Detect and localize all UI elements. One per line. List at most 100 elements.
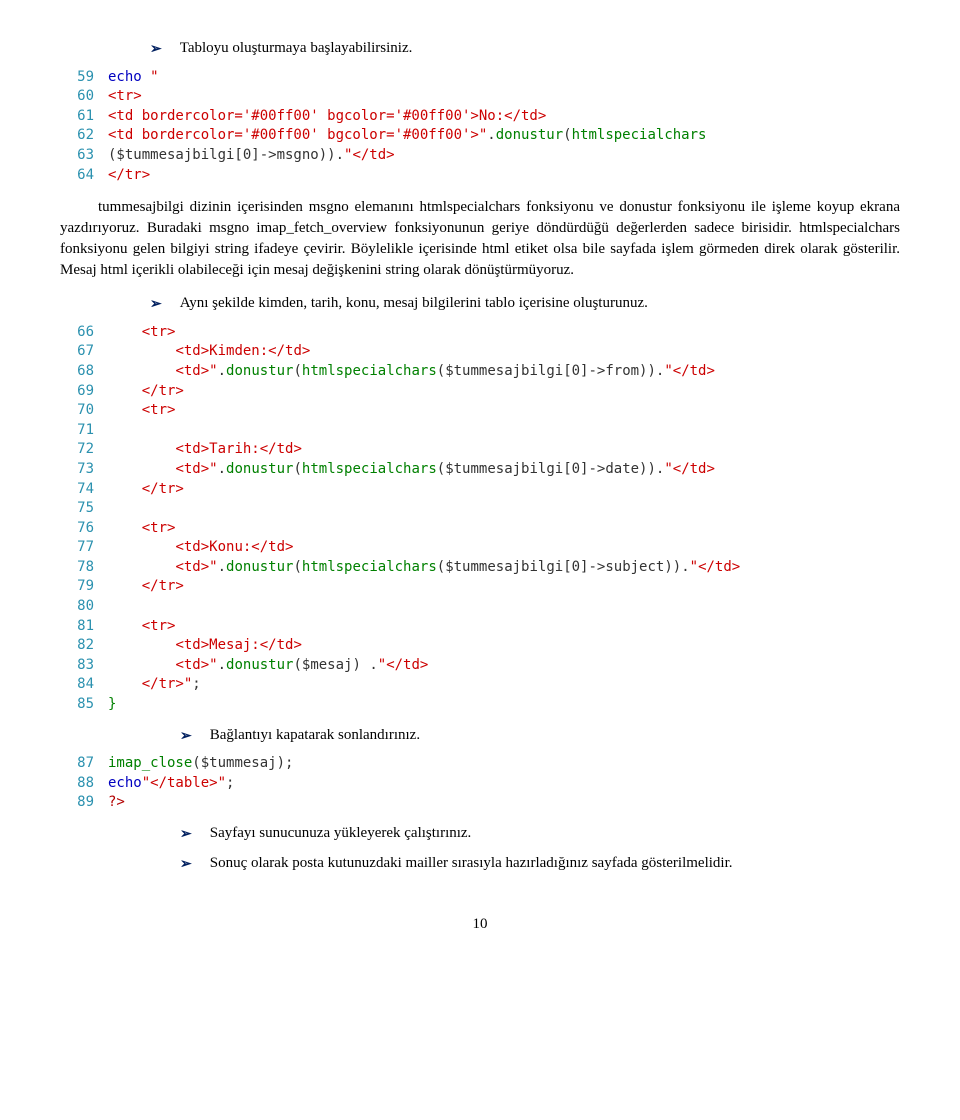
code-line: 59echo " <box>60 68 900 88</box>
line-number: 69 <box>60 382 108 402</box>
code-content: <td>Mesaj:</td> <box>108 636 302 656</box>
code-content: </tr>"; <box>108 675 201 695</box>
line-number: 70 <box>60 401 108 421</box>
code-block-1: 59echo "60<tr>61<td bordercolor='#00ff00… <box>60 68 900 186</box>
code-content: <td bordercolor='#00ff00' bgcolor='#00ff… <box>108 126 706 146</box>
code-line: 81 <tr> <box>60 617 900 637</box>
line-number: 83 <box>60 656 108 676</box>
code-content: <tr> <box>108 401 175 421</box>
code-content: echo"</table>"; <box>108 774 234 794</box>
code-content: } <box>108 695 116 715</box>
arrow-icon: ➢ <box>150 295 162 315</box>
code-line: 82 <td>Mesaj:</td> <box>60 636 900 656</box>
code-content: ($tummesajbilgi[0]->msgno))."</td> <box>108 146 395 166</box>
bullet-item: ➢ Sayfayı sunucunuza yükleyerek çalıştır… <box>180 823 900 845</box>
code-content: <td>".donustur(htmlspecialchars($tummesa… <box>108 362 715 382</box>
code-line: 75 <box>60 499 900 519</box>
code-block-3: 87imap_close($tummesaj);88echo"</table>"… <box>60 754 900 813</box>
line-number: 82 <box>60 636 108 656</box>
line-number: 64 <box>60 166 108 186</box>
code-content: ?> <box>108 793 125 813</box>
code-content: <td>".donustur(htmlspecialchars($tummesa… <box>108 460 715 480</box>
line-number: 60 <box>60 87 108 107</box>
code-content: <td bordercolor='#00ff00' bgcolor='#00ff… <box>108 107 546 127</box>
code-content: </tr> <box>108 382 184 402</box>
bullet-text: Sonuç olarak posta kutunuzdaki mailler s… <box>210 853 900 874</box>
line-number: 62 <box>60 126 108 146</box>
bullet-item: ➢ Sonuç olarak posta kutunuzdaki mailler… <box>180 853 900 875</box>
line-number: 72 <box>60 440 108 460</box>
line-number: 76 <box>60 519 108 539</box>
code-line: 88echo"</table>"; <box>60 774 900 794</box>
code-line: 80 <box>60 597 900 617</box>
code-line: 70 <tr> <box>60 401 900 421</box>
code-content: </tr> <box>108 166 150 186</box>
arrow-icon: ➢ <box>180 855 192 875</box>
code-content: echo " <box>108 68 159 88</box>
bullet-item: ➢ Tabloyu oluşturmaya başlayabilirsiniz. <box>150 38 900 60</box>
line-number: 88 <box>60 774 108 794</box>
paragraph-text: tummesajbilgi dizinin içerisinden msgno … <box>60 199 900 278</box>
code-line: 68 <td>".donustur(htmlspecialchars($tumm… <box>60 362 900 382</box>
code-line: 62<td bordercolor='#00ff00' bgcolor='#00… <box>60 126 900 146</box>
bullet-text: Bağlantıyı kapatarak sonlandırınız. <box>210 725 900 746</box>
line-number: 89 <box>60 793 108 813</box>
code-content: imap_close($tummesaj); <box>108 754 293 774</box>
line-number: 79 <box>60 577 108 597</box>
code-line: 83 <td>".donustur($mesaj) ."</td> <box>60 656 900 676</box>
bullet-item: ➢ Bağlantıyı kapatarak sonlandırınız. <box>180 725 900 747</box>
code-line: 64</tr> <box>60 166 900 186</box>
code-line: 71 <box>60 421 900 441</box>
code-line: 67 <td>Kimden:</td> <box>60 342 900 362</box>
code-content <box>108 597 116 617</box>
code-content: <td>".donustur($mesaj) ."</td> <box>108 656 428 676</box>
line-number: 75 <box>60 499 108 519</box>
code-content: </tr> <box>108 577 184 597</box>
line-number: 77 <box>60 538 108 558</box>
code-line: 73 <td>".donustur(htmlspecialchars($tumm… <box>60 460 900 480</box>
line-number: 66 <box>60 323 108 343</box>
code-content <box>108 499 116 519</box>
code-line: 85} <box>60 695 900 715</box>
arrow-icon: ➢ <box>180 727 192 747</box>
bullet-text: Tabloyu oluşturmaya başlayabilirsiniz. <box>180 38 900 59</box>
code-block-2: 66 <tr>67 <td>Kimden:</td>68 <td>".donus… <box>60 323 900 715</box>
code-line: 79 </tr> <box>60 577 900 597</box>
code-line: 77 <td>Konu:</td> <box>60 538 900 558</box>
line-number: 59 <box>60 68 108 88</box>
line-number: 81 <box>60 617 108 637</box>
code-line: 84 </tr>"; <box>60 675 900 695</box>
code-line: 60<tr> <box>60 87 900 107</box>
line-number: 73 <box>60 460 108 480</box>
code-content: <tr> <box>108 617 175 637</box>
line-number: 84 <box>60 675 108 695</box>
code-content: <tr> <box>108 87 142 107</box>
arrow-icon: ➢ <box>150 40 162 60</box>
line-number: 87 <box>60 754 108 774</box>
line-number: 68 <box>60 362 108 382</box>
code-content: <td>".donustur(htmlspecialchars($tummesa… <box>108 558 740 578</box>
code-content: <tr> <box>108 323 175 343</box>
line-number: 63 <box>60 146 108 166</box>
code-content: <td>Konu:</td> <box>108 538 293 558</box>
code-line: 72 <td>Tarih:</td> <box>60 440 900 460</box>
code-content: <td>Tarih:</td> <box>108 440 302 460</box>
code-line: 66 <tr> <box>60 323 900 343</box>
code-line: 76 <tr> <box>60 519 900 539</box>
code-line: 63($tummesajbilgi[0]->msgno))."</td> <box>60 146 900 166</box>
bullet-text: Aynı şekilde kimden, tarih, konu, mesaj … <box>180 293 900 314</box>
code-line: 74 </tr> <box>60 480 900 500</box>
line-number: 71 <box>60 421 108 441</box>
code-content: </tr> <box>108 480 184 500</box>
code-content: <tr> <box>108 519 175 539</box>
code-line: 87imap_close($tummesaj); <box>60 754 900 774</box>
code-line: 61<td bordercolor='#00ff00' bgcolor='#00… <box>60 107 900 127</box>
code-line: 78 <td>".donustur(htmlspecialchars($tumm… <box>60 558 900 578</box>
page-number: 10 <box>60 914 900 935</box>
line-number: 85 <box>60 695 108 715</box>
line-number: 67 <box>60 342 108 362</box>
line-number: 80 <box>60 597 108 617</box>
body-paragraph: tummesajbilgi dizinin içerisinden msgno … <box>60 197 900 281</box>
code-line: 69 </tr> <box>60 382 900 402</box>
line-number: 78 <box>60 558 108 578</box>
